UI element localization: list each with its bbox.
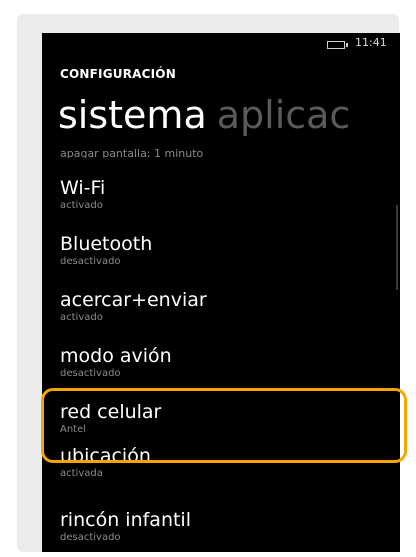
list-item-cellular[interactable]: red celular Antel — [60, 401, 380, 437]
clipped-list-item: apagar pantalla: 1 minuto — [60, 148, 310, 158]
list-item-status: Antel — [60, 424, 87, 435]
status-bar: 11:41 — [42, 33, 400, 53]
scrollbar[interactable] — [396, 205, 398, 290]
list-item-label: Wi-Fi — [60, 177, 106, 199]
list-item-kids-corner[interactable]: rincón infantil desactivado — [60, 509, 380, 545]
list-item-airplane-mode[interactable]: modo avión desactivado — [60, 345, 380, 381]
list-item-label: Bluetooth — [60, 233, 153, 255]
clipped-item-sub: apagar pantalla: 1 minuto — [60, 148, 204, 158]
list-item-wifi[interactable]: Wi-Fi activado — [60, 177, 380, 213]
phone-screen: 11:41 CONFIGURACIÓN sistema aplicac apaga… — [42, 33, 400, 552]
list-item-label: acercar+enviar — [60, 289, 207, 311]
list-item-status: activado — [60, 200, 103, 211]
screenshot-frame: 11:41 CONFIGURACIÓN sistema aplicac apaga… — [0, 0, 416, 557]
list-item-status: activado — [60, 312, 103, 323]
pivot-tab-aplicaciones[interactable]: aplicac — [217, 93, 351, 137]
pivot-tab-sistema[interactable]: sistema — [58, 93, 207, 137]
list-item-label: ubicación — [60, 445, 151, 467]
battery-icon — [327, 41, 348, 49]
list-item-status: desactivado — [60, 368, 121, 379]
list-item-status: desactivado — [60, 256, 121, 267]
list-item-status: activada — [60, 468, 103, 479]
list-item-tap-send[interactable]: acercar+enviar activado — [60, 289, 380, 325]
list-item-label: modo avión — [60, 345, 172, 367]
list-item-label: rincón infantil — [60, 509, 191, 531]
list-item-location[interactable]: ubicación activada — [60, 445, 380, 481]
app-title: CONFIGURACIÓN — [60, 67, 176, 81]
list-item-label: red celular — [60, 401, 162, 423]
list-item-bluetooth[interactable]: Bluetooth desactivado — [60, 233, 380, 269]
list-item-status: desactivado — [60, 532, 121, 543]
pivot-header: sistema aplicac — [58, 93, 350, 137]
status-time: 11:41 — [355, 36, 387, 49]
